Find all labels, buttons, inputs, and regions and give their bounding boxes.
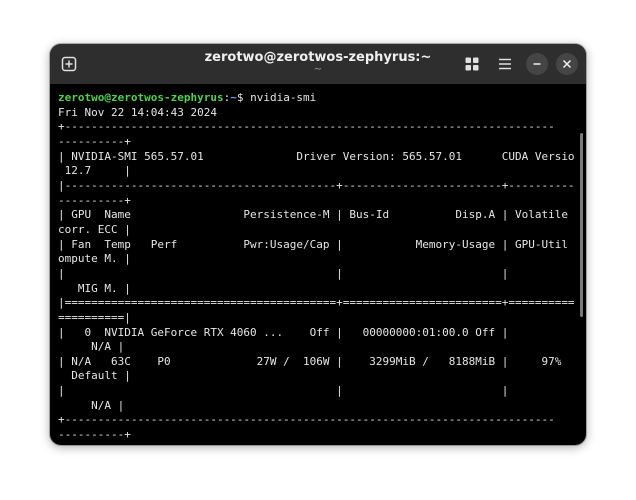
minimize-icon [533, 63, 541, 65]
title-bar[interactable]: zerotwo@zerotwos-zephyrus:~ ~ [50, 44, 586, 84]
output-line: Fri Nov 22 14:04:43 2024 [58, 105, 217, 119]
output-line: | Fan Temp Perf Pwr:Usage/Cap | Memory-U… [58, 237, 574, 251]
output-line: +---------------------------------------… [58, 413, 555, 427]
grid-view-icon[interactable] [464, 56, 480, 72]
output-line: | | | [58, 266, 509, 280]
output-line: | NVIDIA-SMI 565.57.01 Driver Version: 5… [58, 149, 574, 163]
output-line: Default | [58, 369, 131, 383]
output-line: +---------------------------------------… [58, 120, 555, 134]
output-line: | | | [58, 384, 509, 398]
output-line: | 0 NVIDIA GeForce RTX 4060 ... Off | 00… [58, 325, 509, 339]
prompt-user: zerotwo@zerotwos-zephyrus [58, 91, 224, 104]
output-line: ==========| [58, 310, 131, 324]
command-text: nvidia-smi [250, 91, 317, 104]
close-button[interactable] [556, 53, 578, 75]
prompt-line: zerotwo@zerotwos-zephyrus:~$ nvidia-smi [58, 91, 574, 106]
output-line: 12.7 | [58, 164, 131, 178]
output-lines: Fri Nov 22 14:04:43 2024 +---------------… [58, 106, 574, 443]
close-icon [562, 59, 572, 69]
output-line: |=======================================… [58, 296, 574, 310]
output-line: ----------+ [58, 193, 131, 207]
output-line: N/A | [58, 340, 125, 354]
output-line: ----------+ [58, 134, 131, 148]
output-line: | GPU Name Persistence-M | Bus-Id Disp.A… [58, 208, 574, 222]
prompt-symbol: $ [236, 91, 251, 104]
terminal-window: zerotwo@zerotwos-zephyrus:~ ~ zerotwo@ze… [50, 44, 586, 445]
output-line: |---------------------------------------… [58, 178, 574, 192]
output-line: ompute M. | [58, 252, 131, 266]
output-line: | N/A 63C P0 27W / 106W | 3299MiB / 8188… [58, 354, 562, 368]
scrollbar[interactable] [580, 133, 583, 317]
prompt-path: ~ [230, 91, 237, 104]
output-line: corr. ECC | [58, 222, 131, 236]
output-line: N/A | [58, 398, 125, 412]
minimize-button[interactable] [526, 53, 548, 75]
hamburger-menu-icon[interactable] [497, 56, 513, 72]
output-line: ----------+ [58, 428, 131, 442]
output-line: MIG M. | [58, 281, 131, 295]
terminal-output[interactable]: zerotwo@zerotwos-zephyrus:~$ nvidia-smi F… [58, 91, 574, 445]
